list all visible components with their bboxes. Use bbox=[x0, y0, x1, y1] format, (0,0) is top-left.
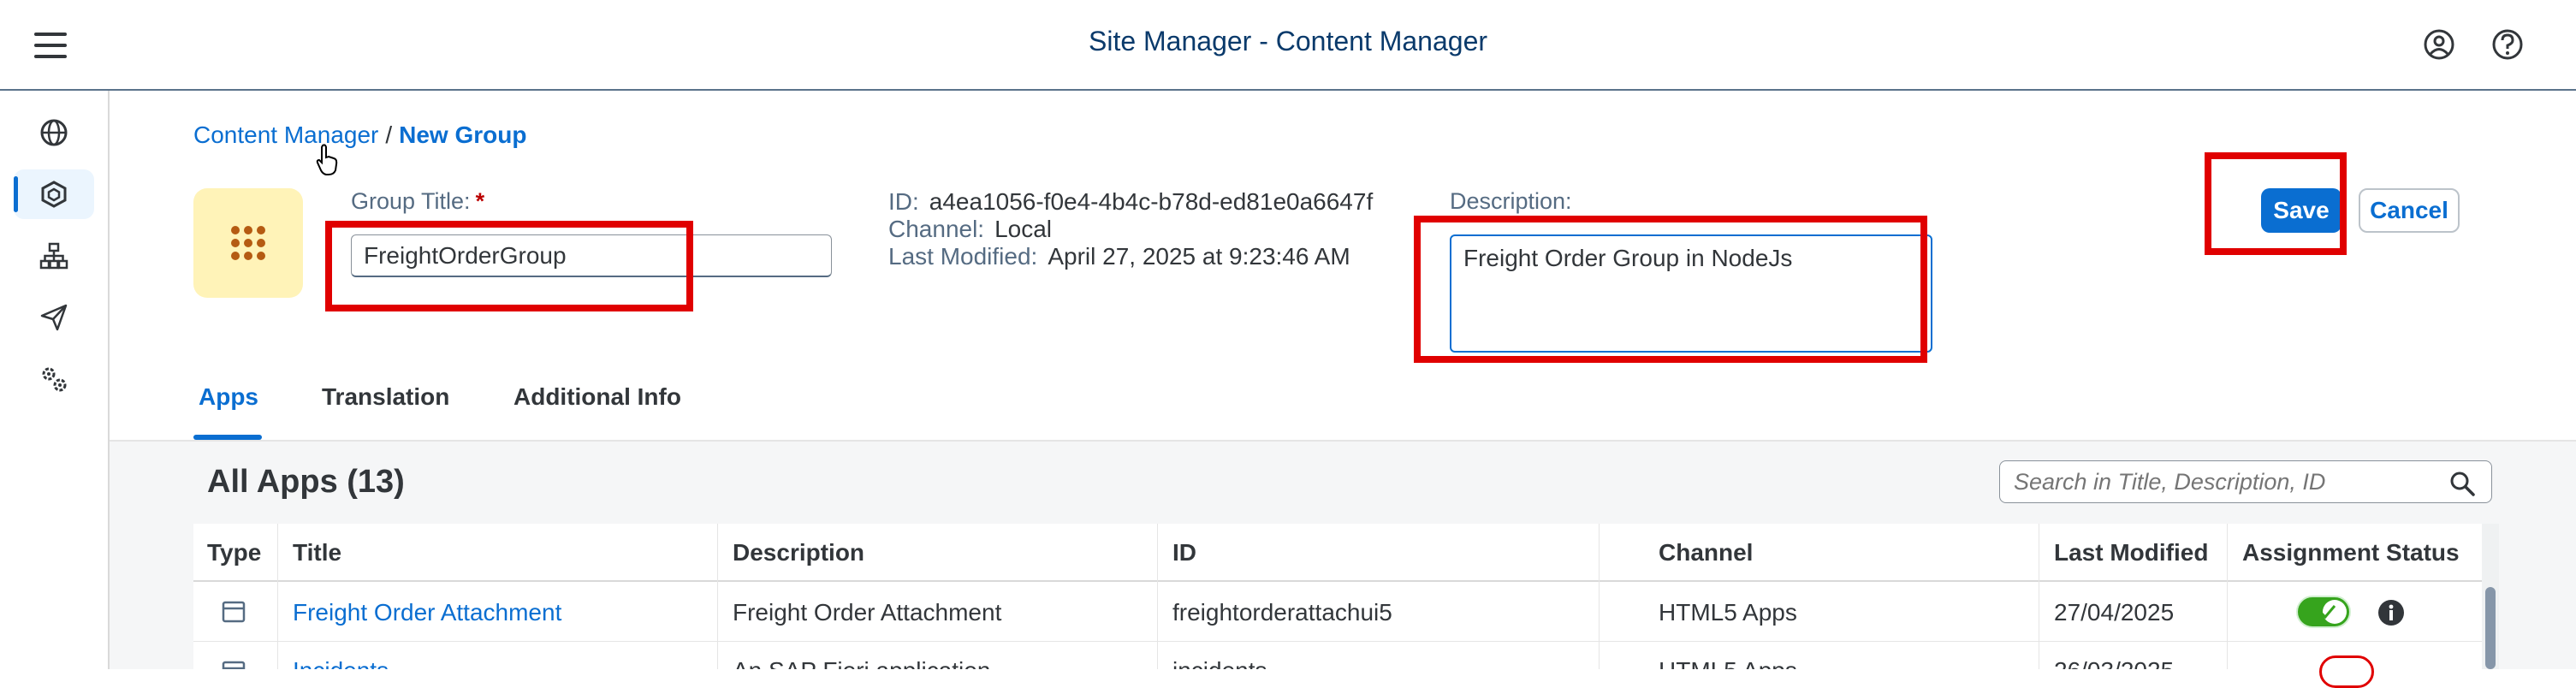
table-header-row: Type Title Description ID Channel Last M… bbox=[193, 524, 2482, 582]
mouse-pointer-icon bbox=[316, 144, 338, 175]
table-row[interactable]: Incidents An SAP Fiori application. inci… bbox=[193, 642, 2482, 669]
tab-apps[interactable]: Apps bbox=[199, 383, 258, 411]
app-title-link[interactable]: Incidents bbox=[293, 657, 389, 669]
search-icon[interactable] bbox=[2449, 471, 2475, 496]
id-row: ID: a4ea1056-f0e4-4b4c-b78d-ed81e0a6647f bbox=[888, 188, 1373, 216]
app-channel: HTML5 Apps bbox=[1659, 657, 1797, 669]
apps-search-input[interactable] bbox=[1999, 460, 2492, 503]
app-title-link[interactable]: Freight Order Attachment bbox=[293, 599, 561, 626]
info-icon[interactable] bbox=[2377, 599, 2405, 626]
last-modified-label: Last Modified: bbox=[888, 243, 1038, 270]
side-navigation bbox=[0, 91, 110, 669]
app-type-icon bbox=[222, 601, 246, 623]
column-header-channel[interactable]: Channel bbox=[1659, 539, 1753, 566]
app-last-modified: 27/04/2025 bbox=[2054, 599, 2175, 626]
tab-additional-info[interactable]: Additional Info bbox=[513, 383, 681, 411]
last-modified-value: April 27, 2025 at 9:23:46 AM bbox=[1048, 243, 1350, 270]
group-title-input[interactable] bbox=[351, 234, 832, 277]
globe-icon bbox=[40, 119, 68, 146]
nav-item-settings[interactable] bbox=[14, 354, 94, 404]
table-scrollbar-thumb[interactable] bbox=[2485, 587, 2496, 669]
app-channel: HTML5 Apps bbox=[1659, 599, 1797, 626]
column-header-assignment-status[interactable]: Assignment Status bbox=[2242, 539, 2460, 566]
app-type-icon bbox=[222, 661, 246, 669]
table-row[interactable]: Freight Order Attachment Freight Order A… bbox=[193, 582, 2482, 642]
column-header-type[interactable]: Type bbox=[207, 539, 261, 566]
nav-item-content-manager[interactable] bbox=[14, 169, 94, 219]
id-value: a4ea1056-f0e4-4b4c-b78d-ed81e0a6647f bbox=[929, 188, 1374, 215]
last-modified-row: Last Modified: April 27, 2025 at 9:23:46 … bbox=[888, 243, 1350, 270]
save-button[interactable]: Save bbox=[2261, 188, 2342, 233]
send-icon bbox=[40, 304, 68, 331]
cancel-button[interactable]: Cancel bbox=[2359, 188, 2460, 233]
breadcrumb-content-manager-link[interactable]: Content Manager bbox=[193, 122, 378, 148]
checkmark-icon bbox=[2318, 605, 2336, 620]
shell-bar: Site Manager - Content Manager bbox=[0, 0, 2576, 91]
channel-row: Channel: Local bbox=[888, 216, 1052, 243]
user-profile-icon[interactable] bbox=[2422, 27, 2456, 62]
app-description: Freight Order Attachment bbox=[733, 599, 1002, 626]
hierarchy-icon bbox=[39, 242, 68, 270]
apps-table: Type Title Description ID Channel Last M… bbox=[193, 524, 2482, 669]
breadcrumb-current: New Group bbox=[399, 122, 527, 148]
description-label: Description: bbox=[1450, 188, 1572, 214]
assignment-toggle-off[interactable] bbox=[2319, 655, 2374, 688]
group-tile-icon bbox=[193, 188, 303, 298]
app-id: incidents bbox=[1172, 657, 1267, 669]
group-title-label: Group Title: * bbox=[351, 188, 484, 215]
tab-translation[interactable]: Translation bbox=[322, 383, 449, 411]
help-icon[interactable] bbox=[2490, 27, 2525, 62]
content-manager-icon bbox=[41, 181, 67, 208]
all-apps-heading: All Apps (13) bbox=[207, 464, 405, 500]
column-header-last-modified[interactable]: Last Modified bbox=[2054, 539, 2208, 566]
required-indicator: * bbox=[475, 188, 485, 214]
nav-item-send[interactable] bbox=[14, 293, 94, 342]
app-id: freightorderattachui5 bbox=[1172, 599, 1392, 626]
shell-title: Site Manager - Content Manager bbox=[1088, 26, 1488, 56]
column-header-id[interactable]: ID bbox=[1172, 539, 1196, 566]
breadcrumb: Content Manager / New Group bbox=[193, 122, 526, 149]
column-header-description[interactable]: Description bbox=[733, 539, 864, 566]
nav-item-sites[interactable] bbox=[14, 108, 94, 157]
nav-item-hierarchy[interactable] bbox=[14, 231, 94, 281]
group-title-label-text: Group Title: bbox=[351, 188, 471, 214]
channel-label: Channel: bbox=[888, 216, 985, 242]
breadcrumb-separator: / bbox=[385, 122, 393, 148]
description-textarea[interactable]: Freight Order Group in NodeJs bbox=[1450, 234, 1932, 353]
app-description: An SAP Fiori application. bbox=[733, 657, 997, 669]
settings-icon bbox=[42, 367, 67, 392]
id-label: ID: bbox=[888, 188, 919, 215]
column-header-title[interactable]: Title bbox=[293, 539, 341, 566]
channel-value: Local bbox=[994, 216, 1053, 242]
app-last-modified: 26/03/2025 bbox=[2054, 657, 2174, 669]
